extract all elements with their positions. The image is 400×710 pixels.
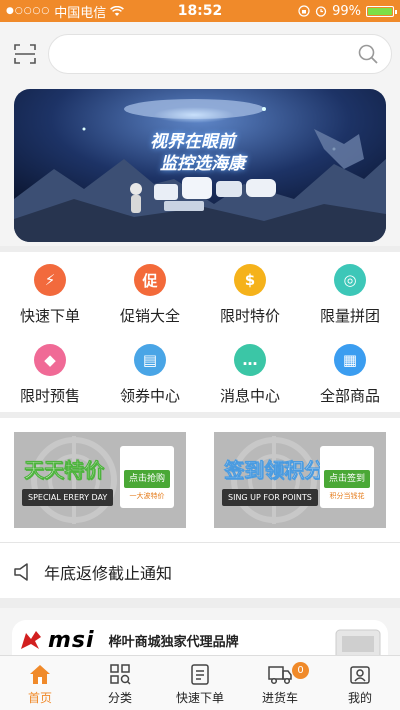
banner-line-1: 视界在眼前: [150, 132, 235, 152]
promo-banner[interactable]: 视界在眼前 监控选海康: [14, 89, 386, 242]
tab-home[interactable]: 首页: [0, 656, 80, 710]
bottom-tab-bar: 首页 分类 快速下单 进货车 0 我的: [0, 655, 400, 710]
banner-section: 视界在眼前 监控选海康: [0, 86, 400, 246]
profile-icon: [347, 661, 373, 687]
carrier-label: 中国电信: [54, 5, 107, 21]
tag-icon: ◆: [34, 344, 66, 376]
signal-strength-icon: ●○○○○: [6, 6, 51, 16]
message-icon: …: [234, 344, 266, 376]
search-input[interactable]: [48, 34, 392, 74]
wifi-icon: [110, 5, 125, 16]
cart-badge: 0: [292, 662, 309, 679]
tab-order-list[interactable]: 快速下单: [160, 656, 240, 710]
tab-label: 分类: [107, 691, 132, 705]
promo-card[interactable]: 天天特价 SPECIAL ERERY DAY 点击抢购一大波特价: [14, 432, 186, 528]
banner-line-2: 监控选海康: [160, 154, 245, 174]
status-bar: ●○○○○ 中国电信 18:52 99%: [0, 0, 400, 22]
all-products-icon: ▦: [334, 344, 366, 376]
category-icon: [107, 661, 133, 687]
tab-category[interactable]: 分类: [80, 656, 160, 710]
brand-logo: msi: [48, 627, 95, 653]
scan-button[interactable]: [8, 37, 42, 71]
lightning-icon: ⚡: [34, 264, 66, 296]
msi-dragon-icon: [21, 631, 41, 649]
coupon-icon: ▤: [134, 344, 166, 376]
order-list-icon: [187, 661, 213, 687]
promo-subtitle: SING UP FOR POINTS: [222, 489, 318, 506]
quick-menu-item[interactable]: ▦ 全部商品: [300, 332, 400, 412]
quick-menu-item[interactable]: ◎ 限量拼团: [300, 252, 400, 332]
truck-icon: [267, 661, 293, 687]
battery-fill: [368, 7, 392, 15]
tab-label: 快速下单: [175, 691, 224, 705]
money-bag-icon: $: [234, 264, 266, 296]
promo-row: 天天特价 SPECIAL ERERY DAY 点击抢购一大波特价 签到领积分 SING …: [0, 418, 400, 542]
tab-profile[interactable]: 我的: [320, 656, 400, 710]
promo-action-button[interactable]: 点击签到: [324, 470, 370, 488]
quick-menu-label: 限量拼团: [319, 307, 380, 325]
promo-caption: 一大波特价: [129, 492, 165, 500]
quick-menu-item[interactable]: ▤ 领券中心: [100, 332, 200, 412]
section-divider: [0, 598, 400, 608]
quick-menu-label: 限时预售: [19, 387, 80, 405]
promo-title: 签到领积分: [224, 458, 325, 483]
brand-section: msi 桦叶商城独家代理品牌: [0, 608, 400, 660]
quick-menu-item[interactable]: 促促销大全: [100, 252, 200, 332]
promo-panel: 点击签到 积分当钱花: [320, 446, 374, 508]
quick-menu-item[interactable]: $ 限时特价: [200, 252, 300, 332]
quick-menu-label: 快速下单: [19, 307, 80, 325]
promotion-icon: 促: [134, 264, 166, 296]
search-bar: [0, 22, 400, 86]
quick-menu-label: 限时特价: [219, 307, 280, 325]
tab-truck[interactable]: 进货车 0: [240, 656, 320, 710]
quick-menu-label: 领券中心: [119, 387, 180, 405]
home-icon: [27, 661, 53, 687]
tab-label: 首页: [27, 691, 52, 705]
notice-text: 年底返修截止通知: [44, 564, 173, 583]
promo-caption: 积分当钱花: [329, 492, 365, 500]
alarm-icon: [315, 6, 327, 17]
brand-card[interactable]: msi 桦叶商城独家代理品牌: [12, 620, 388, 660]
quick-menu-grid: ⚡ 快速下单 促促销大全 $ 限时特价 ◎ 限量拼团 ◆ 限时预售 ▤ 领券中心 … 消息中心 ▦ 全部商品: [0, 252, 400, 412]
promo-card[interactable]: 签到领积分 SING UP FOR POINTS 点击签到 积分当钱花: [214, 432, 386, 528]
quick-menu-label: 促销大全: [119, 307, 180, 325]
speaker-icon: [14, 563, 28, 581]
quick-menu-item[interactable]: … 消息中心: [200, 332, 300, 412]
group-icon: ◎: [334, 264, 366, 296]
promo-subtitle: SPECIAL ERERY DAY: [22, 489, 114, 506]
search-icon: [358, 44, 378, 64]
promo-action-button[interactable]: 点击抢购: [124, 470, 170, 488]
quick-menu-item[interactable]: ⚡ 快速下单: [0, 252, 100, 332]
quick-menu-label: 全部商品: [319, 387, 380, 405]
status-time: 18:52: [177, 3, 223, 19]
quick-menu-item[interactable]: ◆ 限时预售: [0, 332, 100, 412]
quick-menu-label: 消息中心: [219, 387, 280, 405]
promo-title: 天天特价: [24, 458, 105, 483]
tab-label: 我的: [347, 691, 372, 705]
battery-icon: [366, 5, 397, 17]
tab-label: 进货车: [261, 691, 298, 705]
battery-percent: 99%: [332, 3, 361, 19]
divider-line: [0, 542, 400, 543]
promo-panel: 点击抢购 一大波特价: [120, 446, 174, 508]
notice-bar[interactable]: 年底返修截止通知: [0, 548, 400, 596]
rotation-lock-icon: [298, 5, 310, 17]
brand-text: 桦叶商城独家代理品牌: [108, 634, 239, 650]
scan-icon: [14, 44, 36, 64]
